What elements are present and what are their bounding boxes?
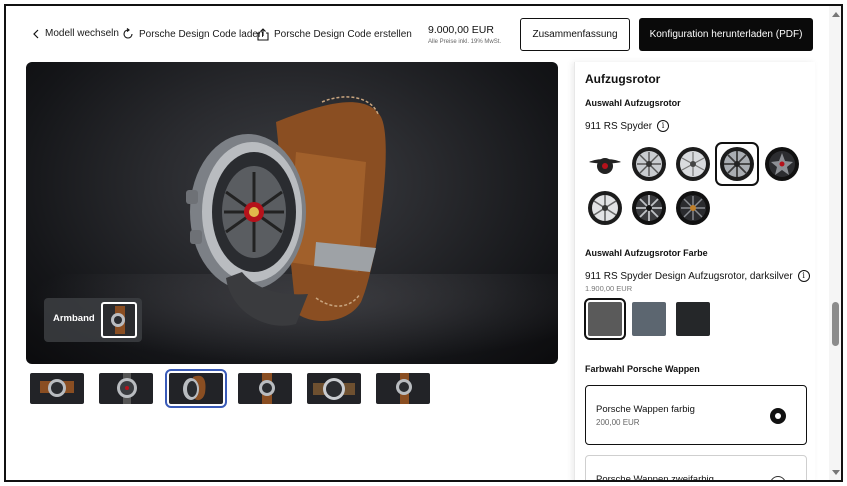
reload-icon bbox=[123, 28, 133, 39]
scrollbar-thumb[interactable] bbox=[832, 302, 839, 346]
wheel-rotor-icon bbox=[588, 191, 622, 225]
wheel-rotor-icon bbox=[765, 147, 799, 181]
change-model-label: Modell wechseln bbox=[45, 28, 119, 39]
rotor-option-1[interactable] bbox=[587, 146, 623, 182]
scroll-down-arrow-icon[interactable] bbox=[832, 470, 840, 475]
thumbnail-6[interactable] bbox=[376, 373, 430, 404]
watch-angle-thumbnail bbox=[259, 373, 275, 404]
thumbnail-3[interactable] bbox=[165, 369, 227, 408]
crest-option-name: Porsche Wappen farbig bbox=[596, 404, 695, 415]
color-selected-name: 911 RS Spyder Design Aufzugsrotor, darks… bbox=[585, 270, 793, 282]
swatch-darksilver[interactable] bbox=[584, 298, 626, 340]
rotor-selected-name: 911 RS Spyder bbox=[585, 120, 653, 132]
rotor-section-heading: Auswahl Aufzugsrotor bbox=[585, 98, 681, 108]
swatch-slate[interactable] bbox=[632, 302, 666, 336]
summary-button[interactable]: Zusammenfassung bbox=[520, 18, 630, 51]
winged-rotor-icon bbox=[589, 158, 621, 174]
load-code-link[interactable]: Porsche Design Code laden bbox=[122, 28, 264, 40]
crest-option-two-color[interactable]: Porsche Wappen zweifarbig bbox=[585, 455, 807, 482]
total-price: 9.000,00 EUR Alle Preise inkl. 19% MwSt. bbox=[428, 24, 501, 45]
watch-detail-thumbnail bbox=[313, 378, 355, 400]
wheel-rotor-icon bbox=[676, 191, 710, 225]
rotor-option-6[interactable] bbox=[587, 190, 623, 226]
scrollbar[interactable] bbox=[829, 6, 841, 480]
color-selected-line: 911 RS Spyder Design Aufzugsrotor, darks… bbox=[585, 270, 810, 282]
watch-side-thumbnail bbox=[183, 375, 206, 401]
watch-back-thumbnail bbox=[117, 373, 137, 404]
watch-image-viewer[interactable]: Armband bbox=[26, 62, 558, 364]
wheel-rotor-icon bbox=[720, 147, 754, 181]
crest-option-colored[interactable]: Porsche Wappen farbig 200,00 EUR bbox=[585, 385, 807, 445]
radio-selected-icon[interactable] bbox=[770, 408, 786, 424]
chevron-left-icon bbox=[33, 29, 39, 38]
price-note: Alle Preise inkl. 19% MwSt. bbox=[428, 39, 502, 45]
thumbnail-1[interactable] bbox=[30, 373, 84, 404]
create-code-label: Porsche Design Code erstellen bbox=[274, 29, 412, 40]
configurator-window: Modell wechseln Porsche Design Code lade… bbox=[4, 4, 843, 482]
download-pdf-button[interactable]: Konfiguration herunterladen (PDF) bbox=[639, 18, 813, 51]
wheel-rotor-icon bbox=[632, 191, 666, 225]
wheel-rotor-icon bbox=[676, 147, 710, 181]
load-code-label: Porsche Design Code laden bbox=[139, 28, 264, 40]
rotor-option-5[interactable] bbox=[764, 146, 800, 182]
rotor-option-2[interactable] bbox=[631, 146, 667, 182]
armband-thumbnail[interactable] bbox=[101, 302, 137, 338]
rotor-option-8[interactable] bbox=[675, 190, 711, 226]
color-price: 1.900,00 EUR bbox=[585, 284, 633, 293]
wheel-rotor-icon bbox=[632, 147, 666, 181]
crest-option-name: Porsche Wappen zweifarbig bbox=[596, 474, 714, 482]
crest-option-price: 200,00 EUR bbox=[596, 418, 640, 427]
info-icon[interactable]: i bbox=[657, 120, 670, 132]
watch-front-thumbnail bbox=[40, 379, 74, 397]
panel-title: Aufzugsrotor bbox=[585, 72, 661, 86]
rotor-selected-line: 911 RS Spyder i bbox=[585, 120, 670, 132]
thumbnail-5[interactable] bbox=[307, 373, 361, 404]
watch-strap-thumbnail bbox=[396, 373, 412, 404]
options-panel: Aufzugsrotor Auswahl Aufzugsrotor 911 RS… bbox=[574, 62, 815, 482]
price-value: 9.000,00 EUR bbox=[428, 24, 494, 36]
create-code-link[interactable]: Porsche Design Code erstellen bbox=[257, 28, 412, 41]
rotor-color-heading: Auswahl Aufzugsrotor Farbe bbox=[585, 248, 708, 258]
rotor-option-7[interactable] bbox=[631, 190, 667, 226]
info-icon[interactable]: i bbox=[797, 270, 810, 282]
change-model-link[interactable]: Modell wechseln bbox=[32, 28, 119, 39]
crest-section-heading: Farbwahl Porsche Wappen bbox=[585, 364, 700, 374]
scroll-up-arrow-icon[interactable] bbox=[832, 12, 840, 17]
radio-unselected-icon[interactable] bbox=[770, 476, 786, 480]
rotor-option-4-selected[interactable] bbox=[715, 142, 759, 186]
thumbnail-4[interactable] bbox=[238, 373, 292, 404]
armband-selector[interactable]: Armband bbox=[44, 298, 142, 342]
share-icon bbox=[257, 28, 269, 41]
watch-thumbnail-icon bbox=[111, 306, 125, 334]
swatch-black[interactable] bbox=[676, 302, 710, 336]
top-bar: Modell wechseln Porsche Design Code lade… bbox=[6, 6, 841, 64]
thumbnail-2[interactable] bbox=[99, 373, 153, 404]
rotor-option-3[interactable] bbox=[675, 146, 711, 182]
armband-label: Armband bbox=[53, 313, 95, 324]
